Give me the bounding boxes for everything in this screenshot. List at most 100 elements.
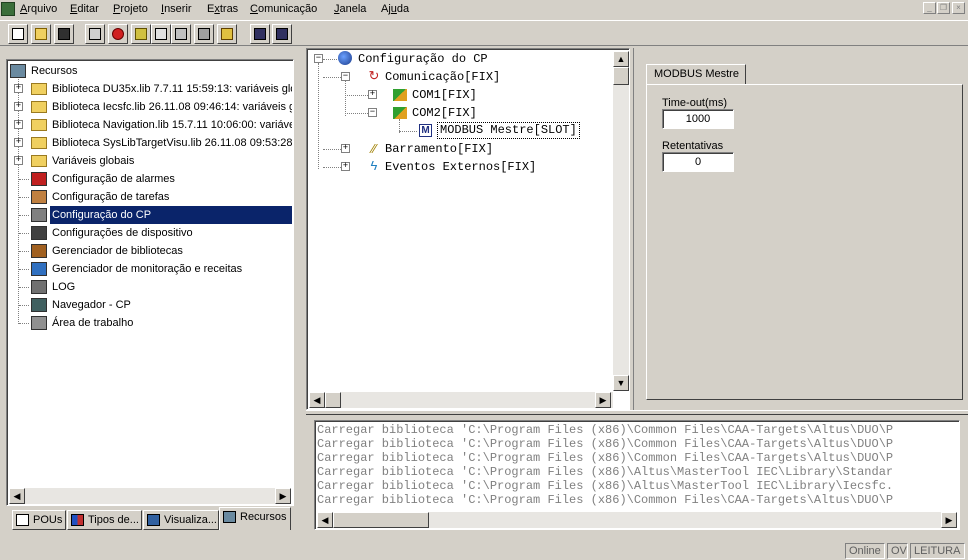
config-vscroll-track[interactable] (613, 51, 629, 391)
step-into-button[interactable] (151, 24, 171, 44)
resource-item[interactable]: Configurações de dispositivo (50, 224, 193, 242)
menu-extras[interactable]: Extras (207, 3, 238, 15)
scroll-up-button[interactable]: ▲ (613, 51, 629, 67)
tree-root-resources[interactable]: Recursos (31, 62, 77, 80)
resource-item[interactable]: Biblioteca DU35x.lib 7.7.11 15:59:13: va… (50, 80, 292, 98)
log-scroll-right-button[interactable]: ▶ (941, 512, 957, 528)
expand-toggle[interactable]: + (14, 156, 23, 165)
expand-com1-toggle[interactable]: + (368, 90, 377, 99)
minimize-button[interactable]: _ (923, 2, 936, 14)
com1-port-icon (393, 89, 407, 101)
find-button[interactable] (250, 24, 270, 44)
find-next-button[interactable] (272, 24, 292, 44)
resource-item[interactable]: Variáveis globais (50, 152, 134, 170)
config-hscroll-thumb[interactable] (325, 392, 341, 408)
breakpoint-button[interactable] (171, 24, 191, 44)
cycle-icon (198, 28, 210, 40)
log-icon (31, 280, 47, 294)
log-line: Carregar biblioteca 'C:\Program Files (x… (317, 437, 894, 451)
step-button[interactable] (131, 24, 151, 44)
tab-tipos[interactable]: Tipos de... (67, 510, 142, 530)
tab-visualizacoes-label: Visualiza... (164, 514, 217, 526)
menu-janela[interactable]: Janela (334, 3, 366, 15)
retries-field[interactable]: 0 (662, 152, 734, 172)
config-scroll-left-button[interactable]: ◀ (309, 392, 325, 408)
scroll-right-button[interactable]: ▶ (275, 488, 291, 504)
scroll-left-button[interactable]: ◀ (9, 488, 25, 504)
expand-toggle[interactable]: + (14, 84, 23, 93)
resource-item[interactable]: Configuração de tarefas (50, 188, 169, 206)
status-mode: LEITURA (910, 543, 965, 559)
collapse-root-toggle[interactable]: − (314, 54, 323, 63)
tab-tipos-label: Tipos de... (88, 514, 139, 526)
new-file-icon (12, 28, 24, 40)
menu-ajuda[interactable]: Ajuda (381, 3, 409, 15)
expand-toggle[interactable]: + (14, 138, 23, 147)
save-button[interactable] (54, 24, 74, 44)
resource-item[interactable]: Biblioteca SysLibTargetVisu.lib 26.11.08… (50, 134, 292, 152)
events-node[interactable]: Eventos Externos[FIX] (385, 158, 536, 176)
collapse-com2-toggle[interactable]: − (368, 108, 377, 117)
menu-arquivo[interactable]: Arquivo (20, 3, 57, 15)
log-hscroll-thumb[interactable] (333, 512, 429, 528)
binoculars-icon (254, 28, 266, 40)
stop-button[interactable] (108, 24, 128, 44)
cycle-button[interactable] (194, 24, 214, 44)
resource-item[interactable]: Biblioteca Iecsfc.lib 26.11.08 09:46:14:… (50, 98, 292, 116)
log-line: Carregar biblioteca 'C:\Program Files (x… (317, 493, 894, 507)
resource-item[interactable]: Área de trabalho (50, 314, 133, 332)
tab-recursos-label: Recursos (240, 511, 287, 523)
open-button[interactable] (31, 24, 51, 44)
timeout-label: Time-out(ms) (662, 97, 727, 109)
resource-item[interactable]: LOG (50, 278, 75, 296)
bus-node[interactable]: Barramento[FIX] (385, 140, 493, 158)
scroll-down-button[interactable]: ▼ (613, 375, 629, 391)
resources-hscroll-track[interactable] (9, 488, 291, 504)
collapse-comm-toggle[interactable]: − (341, 72, 350, 81)
expand-events-toggle[interactable]: + (341, 162, 350, 171)
log-scroll-left-button[interactable]: ◀ (317, 512, 333, 528)
tab-visualizacoes[interactable]: Visualiza... (143, 510, 219, 530)
menu-bar: Arquivo Editar Projeto Inserir Extras Co… (0, 0, 968, 20)
resource-item[interactable]: Configuração do CP (50, 206, 292, 224)
config-tree-panel: − Configuração do CP − ↻ Comunicação[FIX… (306, 48, 630, 410)
resource-item[interactable]: Gerenciador de bibliotecas (50, 242, 183, 260)
write-values-button[interactable] (217, 24, 237, 44)
resource-item[interactable]: Configuração de alarmes (50, 170, 175, 188)
config-hscroll-track[interactable] (309, 392, 613, 408)
resource-item[interactable]: Navegador - CP (50, 296, 131, 314)
resource-item[interactable]: Biblioteca Navigation.lib 15.7.11 10:06:… (50, 116, 292, 134)
folder-icon (31, 137, 47, 149)
tab-modbus-master[interactable]: MODBUS Mestre (646, 64, 746, 85)
login-button[interactable] (85, 24, 105, 44)
restore-button[interactable]: ❐ (937, 2, 950, 14)
app-icon[interactable] (1, 2, 15, 16)
timeout-field[interactable]: 1000 (662, 109, 734, 129)
expand-toggle[interactable]: + (14, 102, 23, 111)
config-scroll-right-button[interactable]: ▶ (595, 392, 611, 408)
modbus-master-node[interactable]: MODBUS Mestre[SLOT] (437, 122, 580, 139)
menu-inserir[interactable]: Inserir (161, 3, 192, 15)
new-button[interactable] (8, 24, 28, 44)
tab-recursos[interactable]: Recursos (219, 507, 291, 530)
close-button[interactable]: × (952, 2, 965, 14)
expand-bus-toggle[interactable]: + (341, 144, 350, 153)
com1-node[interactable]: COM1[FIX] (412, 86, 477, 104)
expand-toggle[interactable]: + (14, 120, 23, 129)
resources-root-icon (10, 64, 26, 78)
login-icon (89, 28, 101, 40)
resource-item[interactable]: Gerenciador de monitoração e receitas (50, 260, 242, 278)
menu-editar[interactable]: Editar (70, 3, 99, 15)
menu-projeto[interactable]: Projeto (113, 3, 148, 15)
folder-icon (31, 155, 47, 167)
properties-tab-page: Time-out(ms) 1000 Retentativas 0 (646, 84, 963, 400)
tab-pous[interactable]: POUs (12, 510, 66, 530)
comm-node[interactable]: Comunicação[FIX] (385, 68, 500, 86)
config-root-node[interactable]: Configuração do CP (358, 50, 488, 68)
com2-node[interactable]: COM2[FIX] (412, 104, 477, 122)
menu-comunicacao[interactable]: Comunicação (250, 3, 317, 15)
step-icon (135, 28, 147, 40)
config-vscroll-thumb[interactable] (613, 67, 629, 85)
horizontal-splitter[interactable] (306, 410, 968, 415)
status-online: Online (845, 543, 885, 559)
